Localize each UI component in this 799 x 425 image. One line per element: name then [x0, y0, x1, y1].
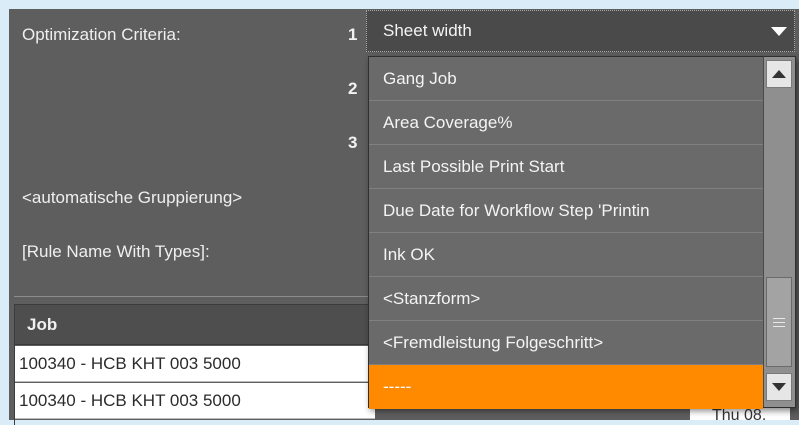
rule-name-label: [Rule Name With Types]:	[22, 242, 210, 261]
dropdown-option[interactable]: Ink OK	[369, 233, 763, 277]
chevron-down-icon	[772, 383, 786, 391]
scrollbar-thumb[interactable]	[766, 277, 792, 367]
dropdown-option[interactable]: <Stanzform>	[369, 277, 763, 321]
criteria-number-2: 2	[348, 79, 358, 98]
dropdown-option[interactable]: Area Coverage%	[369, 101, 763, 145]
dropdown-scrollbar[interactable]	[763, 57, 795, 407]
dropdown-option[interactable]: Due Date for Workflow Step 'Printin	[369, 189, 763, 233]
scroll-down-button[interactable]	[766, 373, 792, 401]
jobs-table: Job 100340 - HCB KHT 003 5000 100340 - H…	[14, 304, 375, 425]
auto-grouping-label: <automatische Gruppierung>	[22, 188, 243, 207]
optimization-criteria-label: Optimization Criteria:	[22, 25, 181, 44]
criteria-dropdown-list: Gang Job Area Coverage% Last Possible Pr…	[368, 56, 796, 409]
selected-criteria-value: Sheet width	[383, 21, 472, 40]
grip-line	[773, 321, 785, 323]
section-divider	[14, 296, 374, 297]
criteria-1-select[interactable]: Sheet width	[366, 10, 795, 52]
table-row[interactable]: 100340 - HCB KHT 003 5000	[15, 383, 375, 419]
criteria-number-3: 3	[348, 133, 358, 152]
dropdown-option[interactable]: Gang Job	[369, 57, 763, 101]
dropdown-arrow-button[interactable]	[764, 11, 794, 51]
grip-line	[773, 325, 785, 327]
criteria-number-1: 1	[348, 25, 358, 44]
dropdown-option-highlighted[interactable]: -----	[369, 365, 763, 409]
dropdown-option[interactable]: <Fremdleistung Folgeschritt>	[369, 321, 763, 365]
table-row[interactable]: 100340 - HCB KHT 003 5000	[15, 346, 375, 382]
chevron-up-icon	[772, 70, 786, 78]
grip-line	[773, 317, 785, 319]
chevron-down-icon	[771, 26, 787, 36]
scroll-up-button[interactable]	[766, 60, 792, 88]
dropdown-option[interactable]: Last Possible Print Start	[369, 145, 763, 189]
job-column-header[interactable]: Job	[15, 305, 375, 345]
